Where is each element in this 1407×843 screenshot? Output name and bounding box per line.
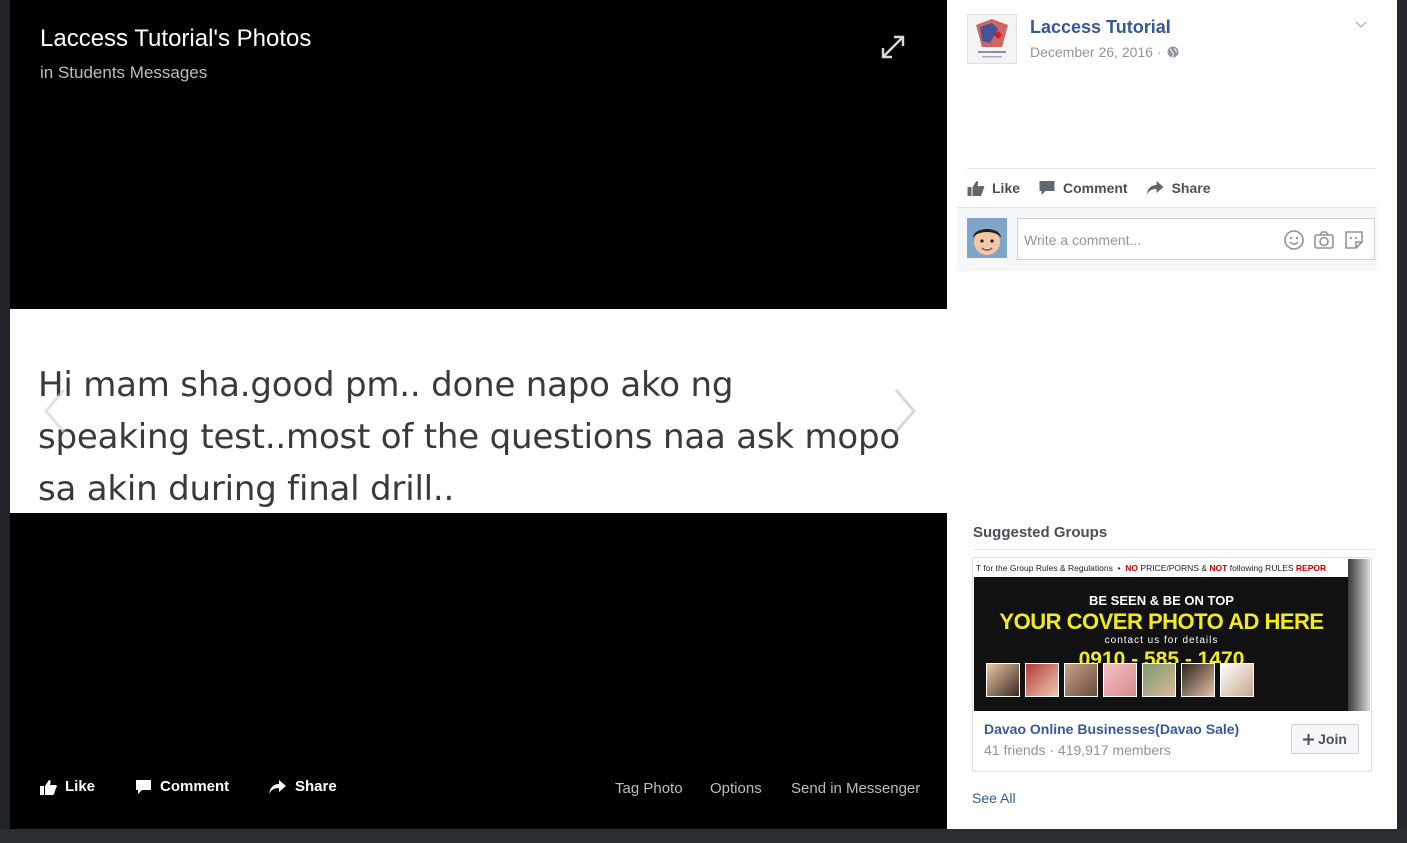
like-button[interactable]: Like bbox=[967, 176, 1020, 200]
share-icon bbox=[1146, 181, 1164, 195]
viewer-share-button[interactable]: Share bbox=[269, 778, 337, 795]
suggested-groups-title: Suggested Groups bbox=[973, 524, 1108, 541]
group-cover-photo[interactable]: T for the Group Rules & Regulations • NO… bbox=[974, 559, 1349, 711]
comment-box bbox=[1017, 218, 1375, 261]
tag-photo-link[interactable]: Tag Photo bbox=[615, 780, 683, 797]
comment-input[interactable] bbox=[1022, 219, 1276, 261]
backdrop-left bbox=[0, 0, 10, 843]
post-action-bar: Like Comment Share bbox=[967, 176, 1211, 200]
backdrop-right bbox=[1397, 0, 1407, 843]
comment-button[interactable]: Comment bbox=[1038, 176, 1128, 200]
share-label: Share bbox=[1171, 180, 1211, 196]
photo-message-text: Hi mam sha.good pm.. done napo ako ng sp… bbox=[38, 365, 900, 509]
post-date[interactable]: December 26, 2016 · bbox=[1030, 44, 1179, 60]
options-link[interactable]: Options bbox=[710, 780, 762, 797]
comment-composer bbox=[957, 207, 1377, 271]
cover-rules-banner: T for the Group Rules & Regulations • NO… bbox=[974, 559, 1349, 577]
member-photo bbox=[1064, 663, 1098, 697]
globe-icon bbox=[1167, 46, 1179, 58]
camera-icon[interactable] bbox=[1313, 229, 1335, 251]
viewer-comment-button[interactable]: Comment bbox=[135, 778, 229, 795]
join-group-button[interactable]: Join bbox=[1291, 724, 1359, 754]
cover-headline: BE SEEN & BE ON TOP bbox=[1089, 593, 1234, 608]
member-photo bbox=[1181, 663, 1215, 697]
member-photo bbox=[1142, 663, 1176, 697]
member-photo bbox=[1103, 663, 1137, 697]
see-all-link[interactable]: See All bbox=[972, 790, 1016, 806]
viewer-like-label: Like bbox=[65, 778, 96, 795]
chevron-down-icon[interactable] bbox=[1354, 18, 1368, 32]
cover-phone-text: 0910 - 585 - 1470 bbox=[1078, 648, 1245, 663]
page-name-link[interactable]: Laccess Tutorial bbox=[1030, 17, 1171, 38]
album-name[interactable]: in Students Messages bbox=[40, 63, 207, 83]
cover-rules-text: NOT bbox=[1209, 563, 1228, 573]
send-in-messenger-link[interactable]: Send in Messenger bbox=[791, 780, 920, 797]
cover-rules-text: T for the Group Rules & Regulations bbox=[976, 563, 1113, 573]
album-owner-title: Laccess Tutorial's Photos bbox=[40, 25, 312, 52]
viewer-like-button[interactable]: Like bbox=[40, 778, 95, 795]
cover-member-photos bbox=[986, 663, 1254, 697]
emoji-icon[interactable] bbox=[1283, 229, 1305, 251]
cover-rules-text: PRICE/PORNS bbox=[1140, 563, 1199, 573]
photo[interactable]: Hi mam sha.good pm.. done napo ako ng sp… bbox=[10, 309, 947, 513]
photo-viewer: Laccess Tutorial's Photos in Students Me… bbox=[10, 0, 947, 829]
comment-label: Comment bbox=[1063, 180, 1128, 196]
member-photo bbox=[986, 663, 1020, 697]
next-arrow-icon[interactable] bbox=[890, 386, 920, 436]
viewer-comment-label: Comment bbox=[160, 778, 230, 795]
divider bbox=[967, 168, 1376, 169]
thumbs-up-icon bbox=[40, 779, 57, 795]
member-photo bbox=[1220, 663, 1254, 697]
sticker-icon[interactable] bbox=[1343, 229, 1365, 251]
avatar[interactable] bbox=[967, 218, 1007, 258]
page-avatar[interactable] bbox=[967, 14, 1017, 64]
member-photo bbox=[1025, 663, 1059, 697]
group-member-count: 41 friends · 419,917 members bbox=[984, 742, 1171, 758]
backdrop-bottom bbox=[0, 829, 1407, 843]
prev-arrow-icon[interactable] bbox=[40, 386, 70, 436]
viewer-action-bar: Like Comment Share Tag Photo Options Sen… bbox=[10, 770, 947, 810]
group-name-link[interactable]: Davao Online Businesses(Davao Sale) bbox=[984, 721, 1239, 737]
cover-rules-text: following RULES bbox=[1229, 563, 1294, 573]
cover-rules-text: REPOR bbox=[1295, 563, 1327, 573]
post-date-text: December 26, 2016 · bbox=[1030, 44, 1162, 60]
cover-rules-text: & bbox=[1201, 563, 1208, 573]
plus-icon bbox=[1303, 733, 1315, 745]
thumbs-up-icon bbox=[967, 181, 985, 196]
comment-icon bbox=[1039, 181, 1055, 195]
suggested-group-card: T for the Group Rules & Regulations • NO… bbox=[972, 557, 1372, 772]
cover-rules-text: NO bbox=[1125, 563, 1139, 573]
divider bbox=[973, 549, 1375, 550]
join-label: Join bbox=[1318, 731, 1347, 747]
share-button[interactable]: Share bbox=[1146, 176, 1211, 200]
cover-ad-text: YOUR COVER PHOTO AD HERE bbox=[999, 609, 1324, 634]
expand-icon[interactable] bbox=[880, 34, 906, 60]
viewer-share-label: Share bbox=[295, 778, 337, 795]
comment-icon bbox=[136, 779, 151, 794]
like-label: Like bbox=[992, 180, 1021, 196]
photo-sidebar: Laccess Tutorial December 26, 2016 · Lik… bbox=[947, 0, 1397, 829]
share-icon bbox=[269, 779, 286, 794]
cover-shade bbox=[1348, 559, 1370, 711]
